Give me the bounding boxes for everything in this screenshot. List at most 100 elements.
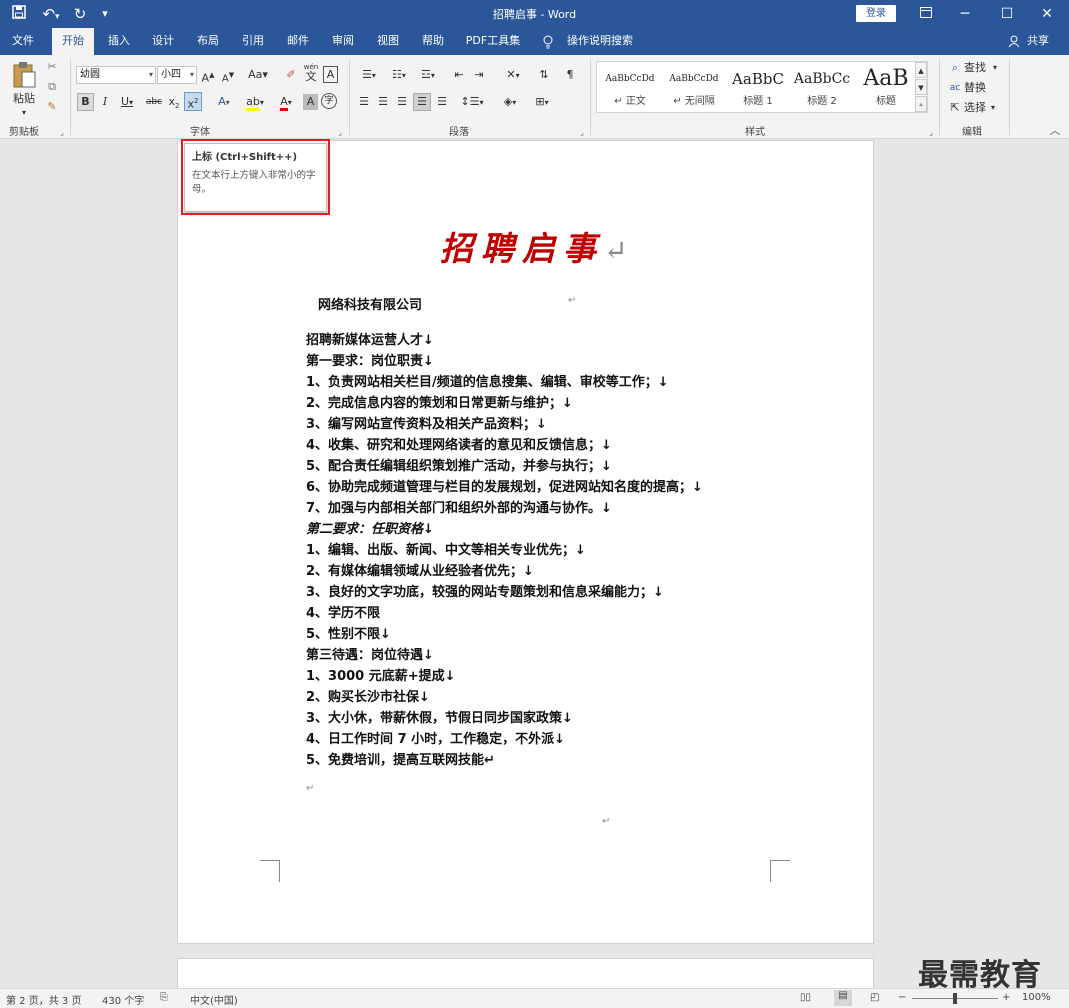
superscript-button[interactable]: x2 bbox=[184, 92, 202, 111]
doc-line[interactable]: 第三待遇：岗位待遇↓ bbox=[306, 644, 434, 663]
doc-line[interactable]: 2、有媒体编辑领域从业经验者优先；↓ bbox=[306, 560, 534, 579]
tell-me-search[interactable]: 操作说明搜索 bbox=[562, 28, 638, 55]
zoom-out-icon[interactable]: − bbox=[898, 992, 906, 1003]
doc-line[interactable]: 4、日工作时间 7 小时，工作稳定，不外派↓ bbox=[306, 728, 565, 747]
find-icon[interactable]: ⌕ bbox=[948, 60, 962, 76]
company-name[interactable]: 网络科技有限公司 bbox=[318, 294, 422, 313]
doc-line[interactable]: 2、购买长沙市社保↓ bbox=[306, 686, 430, 705]
cut-icon[interactable]: ✂ bbox=[44, 59, 60, 75]
style-normal[interactable]: AaBbCcDd ↵ 正文 bbox=[599, 64, 661, 112]
style-title[interactable]: AaB 标题 bbox=[855, 64, 917, 112]
tab-insert[interactable]: 插入 bbox=[100, 28, 138, 55]
ribbon-display-icon[interactable] bbox=[904, 0, 948, 28]
tab-pdf-tools[interactable]: PDF工具集 bbox=[460, 28, 526, 55]
subscript-button[interactable]: x2 bbox=[167, 94, 181, 114]
line-spacing-icon[interactable]: ↕☰▾ bbox=[458, 94, 486, 111]
find-button[interactable]: 查找 bbox=[964, 60, 988, 76]
change-case-icon[interactable]: Aa▾ bbox=[244, 67, 272, 83]
text-effects-icon[interactable]: A▾ bbox=[210, 94, 238, 111]
enclose-char-icon[interactable]: 字 bbox=[321, 93, 337, 109]
clear-format-icon[interactable]: ✐ bbox=[283, 67, 299, 83]
word-count[interactable]: 430 个字 bbox=[102, 992, 144, 1007]
style-no-spacing[interactable]: AaBbCcDd ↵ 无间隔 bbox=[663, 64, 725, 112]
borders-icon[interactable]: ⊞▾ bbox=[528, 94, 556, 111]
tab-design[interactable]: 设计 bbox=[144, 28, 182, 55]
format-painter-icon[interactable]: ✎ bbox=[44, 99, 60, 115]
doc-line[interactable]: 5、配合责任编辑组织策划推广活动，并参与执行；↓ bbox=[306, 455, 612, 474]
align-center-icon[interactable]: ☰ bbox=[375, 94, 391, 110]
styles-scroll-up-icon[interactable]: ▲ bbox=[915, 62, 927, 78]
document-heading[interactable]: 招聘启事↵ bbox=[440, 222, 627, 270]
paste-icon[interactable] bbox=[10, 61, 38, 89]
tab-help[interactable]: 帮助 bbox=[414, 28, 452, 55]
collapse-ribbon-icon[interactable]: ︿ bbox=[1048, 123, 1062, 139]
italic-button[interactable]: I bbox=[98, 94, 112, 110]
strikethrough-button[interactable]: abc bbox=[144, 94, 164, 110]
doc-line[interactable]: 第一要求：岗位职责↓ bbox=[306, 350, 434, 369]
style-heading-2[interactable]: AaBbCc 标题 2 bbox=[791, 64, 853, 112]
language-indicator[interactable]: 中文(中国) bbox=[190, 992, 238, 1007]
proofing-icon[interactable]: ⎘ bbox=[160, 992, 168, 1003]
doc-line[interactable]: 3、良好的文字功底，较强的网站专题策划和信息采编能力；↓ bbox=[306, 581, 664, 600]
multilevel-list-icon[interactable]: ☲▾ bbox=[415, 67, 441, 84]
select-button[interactable]: 选择 bbox=[964, 100, 988, 116]
replace-icon[interactable]: ac bbox=[948, 80, 962, 96]
bullets-icon[interactable]: ☰▾ bbox=[356, 67, 382, 84]
numbering-icon[interactable]: ☷▾ bbox=[386, 67, 412, 84]
align-right-icon[interactable]: ☰ bbox=[394, 94, 410, 110]
doc-line[interactable]: 5、性别不限↓ bbox=[306, 623, 391, 642]
underline-button[interactable]: U▾ bbox=[115, 94, 139, 111]
doc-line[interactable]: 4、收集、研究和处理网络读者的意见和反馈信息；↓ bbox=[306, 434, 612, 453]
tab-layout[interactable]: 布局 bbox=[189, 28, 227, 55]
next-page[interactable] bbox=[177, 958, 874, 988]
doc-line[interactable]: 5、免费培训，提高互联网技能↵ bbox=[306, 749, 495, 768]
tab-mailings[interactable]: 邮件 bbox=[279, 28, 317, 55]
tab-file[interactable]: 文件 bbox=[4, 28, 42, 55]
doc-line[interactable]: 1、负责网站相关栏目/频道的信息搜集、编辑、审校等工作；↓ bbox=[306, 371, 669, 390]
paste-dropdown-icon[interactable]: ▾ bbox=[16, 105, 32, 121]
styles-scroll-down-icon[interactable]: ▼ bbox=[915, 79, 927, 95]
chinese-layout-icon[interactable]: ✕▾ bbox=[500, 67, 526, 84]
char-shading-icon[interactable]: A bbox=[303, 94, 318, 110]
copy-icon[interactable]: ⧉ bbox=[44, 79, 60, 95]
minimize-icon[interactable]: ─ bbox=[943, 0, 987, 28]
sort-icon[interactable]: ⇅ bbox=[535, 67, 553, 83]
justify-icon[interactable]: ☰ bbox=[413, 93, 431, 111]
select-dropdown-icon[interactable]: ▾ bbox=[988, 100, 998, 116]
show-marks-icon[interactable]: ¶ bbox=[562, 67, 578, 83]
grow-font-icon[interactable]: A▲ bbox=[201, 67, 215, 87]
bold-button[interactable]: B bbox=[77, 93, 94, 111]
styles-more-icon[interactable]: ⩡ bbox=[915, 96, 927, 112]
doc-line[interactable]: 2、完成信息内容的策划和日常更新与维护；↓ bbox=[306, 392, 573, 411]
styles-launcher-icon[interactable]: ⌟ bbox=[926, 125, 936, 141]
tab-review[interactable]: 审阅 bbox=[324, 28, 362, 55]
doc-line[interactable]: 6、协助完成频道管理与栏目的发展规划，促进网站知名度的提高；↓ bbox=[306, 476, 703, 495]
share-button[interactable]: 共享 bbox=[1024, 28, 1052, 55]
zoom-slider-thumb[interactable] bbox=[953, 993, 957, 1004]
font-size-combo[interactable]: 小四 ▾ bbox=[157, 66, 197, 84]
read-mode-icon[interactable]: ▯▯ bbox=[800, 992, 811, 1003]
distributed-icon[interactable]: ☰ bbox=[434, 94, 450, 110]
style-heading-1[interactable]: AaBbC 标题 1 bbox=[727, 64, 789, 112]
tab-references[interactable]: 引用 bbox=[234, 28, 272, 55]
increase-indent-icon[interactable]: ⇥ bbox=[471, 67, 487, 83]
doc-line[interactable]: 1、3000 元底薪+提成↓ bbox=[306, 665, 456, 684]
close-icon[interactable]: ✕ bbox=[1025, 0, 1069, 28]
select-icon[interactable]: ⇱ bbox=[948, 100, 962, 116]
font-launcher-icon[interactable]: ⌟ bbox=[335, 125, 345, 141]
page-indicator[interactable]: 第 2 页，共 3 页 bbox=[6, 992, 81, 1007]
font-color-icon[interactable]: A▾ bbox=[272, 94, 300, 111]
doc-line[interactable]: 3、大小休，带薪休假，节假日同步国家政策↓ bbox=[306, 707, 573, 726]
replace-button[interactable]: 替换 bbox=[964, 80, 988, 96]
phonetic-guide-icon[interactable]: wén 文 bbox=[303, 63, 319, 83]
clipboard-launcher-icon[interactable]: ⌟ bbox=[57, 125, 67, 141]
doc-line[interactable]: 招聘新媒体运营人才↓ bbox=[306, 329, 434, 348]
paragraph-launcher-icon[interactable]: ⌟ bbox=[577, 125, 587, 141]
decrease-indent-icon[interactable]: ⇤ bbox=[451, 67, 467, 83]
login-button[interactable]: 登录 bbox=[856, 5, 896, 22]
tab-view[interactable]: 视图 bbox=[369, 28, 407, 55]
doc-line[interactable]: 第二要求：任职资格↓ bbox=[306, 518, 434, 537]
tab-home[interactable]: 开始 bbox=[52, 28, 94, 55]
print-layout-icon[interactable]: ▤ bbox=[834, 990, 852, 1006]
doc-line[interactable]: 1、编辑、出版、新闻、中文等相关专业优先；↓ bbox=[306, 539, 586, 558]
